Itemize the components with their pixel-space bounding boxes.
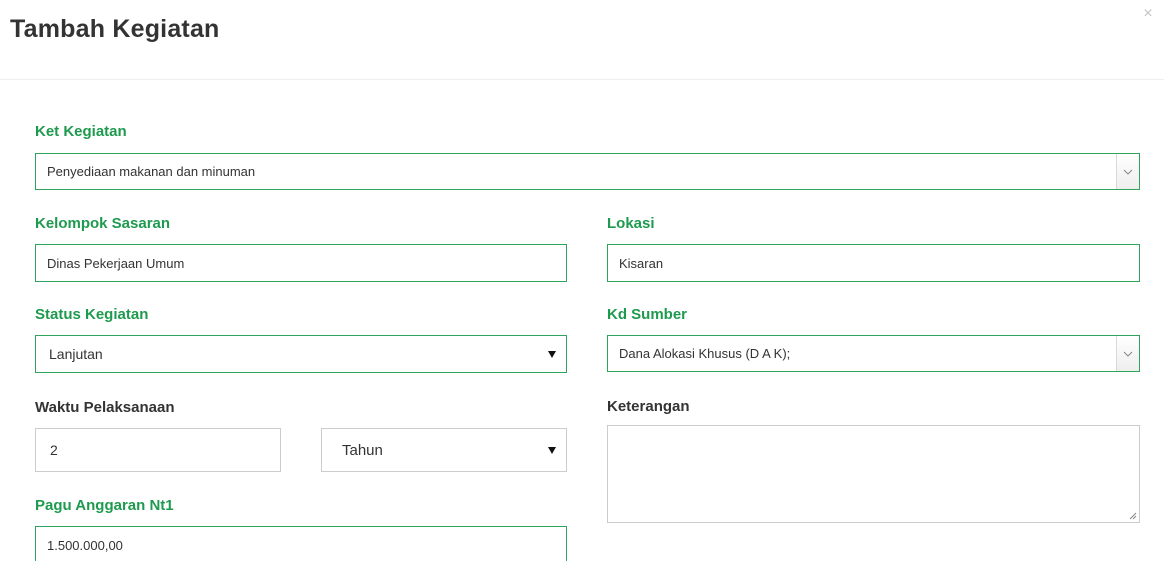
status-kegiatan-label: Status Kegiatan xyxy=(35,306,149,323)
ket-kegiatan-label: Ket Kegiatan xyxy=(35,123,127,140)
lokasi-value: Kisaran xyxy=(619,255,664,271)
modal-header: Tambah Kegiatan × xyxy=(0,0,1164,80)
resize-grip-icon[interactable] xyxy=(1129,512,1137,520)
kelompok-sasaran-value: Dinas Pekerjaan Umum xyxy=(47,255,185,271)
caret-down-icon xyxy=(548,351,556,358)
chevron-down-icon[interactable] xyxy=(1116,154,1139,189)
kd-sumber-value: Dana Alokasi Khusus (D A K); xyxy=(619,346,791,361)
waktu-pelaksanaan-value: 2 xyxy=(50,442,58,458)
pagu-anggaran-input[interactable]: 1.500.000,00 xyxy=(35,526,567,561)
chevron-down-icon[interactable] xyxy=(1116,336,1139,371)
kd-sumber-select[interactable]: Dana Alokasi Khusus (D A K); xyxy=(607,335,1140,372)
pagu-anggaran-value: 1.500.000,00 xyxy=(47,537,123,553)
modal-dialog: Tambah Kegiatan × Ket Kegiatan Penyediaa… xyxy=(0,0,1164,561)
close-icon[interactable]: × xyxy=(1140,6,1156,22)
waktu-unit-select[interactable]: Tahun xyxy=(321,428,567,472)
kelompok-sasaran-input[interactable]: Dinas Pekerjaan Umum xyxy=(35,244,567,282)
kelompok-sasaran-label: Kelompok Sasaran xyxy=(35,215,171,232)
ket-kegiatan-value: Penyediaan makanan dan minuman xyxy=(47,164,256,179)
modal-title: Tambah Kegiatan xyxy=(10,15,220,43)
pagu-anggaran-label: Pagu Anggaran Nt1 xyxy=(35,497,174,514)
keterangan-textarea[interactable] xyxy=(607,425,1140,523)
caret-down-icon xyxy=(548,447,556,454)
ket-kegiatan-select[interactable]: Penyediaan makanan dan minuman xyxy=(35,153,1140,190)
keterangan-label: Keterangan xyxy=(607,398,690,415)
status-kegiatan-value: Lanjutan xyxy=(49,346,103,362)
waktu-pelaksanaan-input[interactable]: 2 xyxy=(35,428,281,472)
status-kegiatan-select[interactable]: Lanjutan xyxy=(35,335,567,373)
waktu-pelaksanaan-label: Waktu Pelaksanaan xyxy=(35,399,175,416)
lokasi-label: Lokasi xyxy=(607,215,655,232)
kd-sumber-label: Kd Sumber xyxy=(607,306,688,323)
waktu-unit-value: Tahun xyxy=(342,441,383,459)
lokasi-input[interactable]: Kisaran xyxy=(607,244,1140,282)
